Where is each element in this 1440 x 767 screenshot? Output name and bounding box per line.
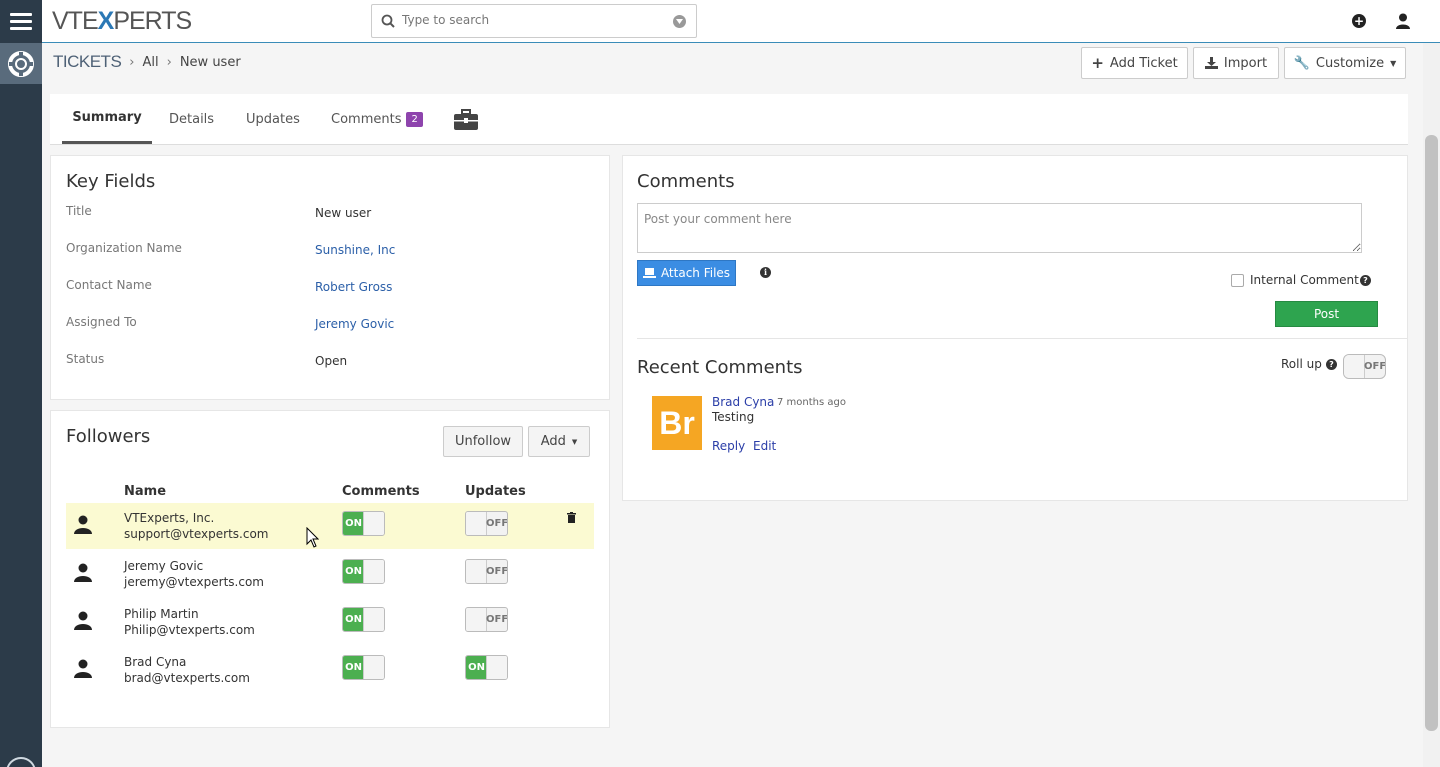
comments-toggle[interactable]: ON [342, 511, 385, 536]
post-button[interactable]: Post [1275, 301, 1378, 327]
updates-toggle[interactable]: OFF [465, 607, 508, 632]
chevron-right-icon: › [166, 54, 172, 70]
internal-comment-label: Internal Comment [1250, 273, 1359, 287]
roll-up-label: Roll up [1281, 357, 1322, 371]
field-label-title: Title [66, 204, 92, 218]
help-icon[interactable]: ? [1326, 359, 1337, 370]
comments-count-badge: 2 [406, 111, 423, 127]
field-value-title[interactable]: New user [315, 206, 371, 220]
comments-toggle[interactable]: ON [342, 655, 385, 680]
briefcase-icon [454, 108, 478, 130]
updates-toggle[interactable]: ON [465, 655, 508, 680]
follower-row: Brad Cyna brad@vtexperts.com ON ON [66, 647, 594, 693]
attach-files-button[interactable]: Attach Files [637, 260, 736, 286]
search-icon [381, 14, 395, 28]
updates-toggle[interactable]: OFF [465, 511, 508, 536]
tab-related-briefcase[interactable] [454, 94, 478, 144]
breadcrumb-record: New user [179, 54, 241, 70]
field-label-organization: Organization Name [66, 241, 182, 255]
column-header-name: Name [124, 484, 167, 499]
mouse-cursor-icon [306, 527, 319, 548]
follower-details: Jeremy Govic jeremy@vtexperts.com [124, 559, 264, 589]
person-icon [74, 515, 92, 534]
assigned-to-link[interactable]: Jeremy Govic [315, 317, 394, 331]
follower-details: Brad Cyna brad@vtexperts.com [124, 655, 250, 685]
search-dropdown-icon[interactable] [673, 15, 686, 28]
quick-create-icon[interactable]: + [1352, 14, 1366, 28]
app-logo[interactable]: VTEXPERTS [52, 8, 192, 34]
person-icon [74, 611, 92, 630]
laptop-icon [642, 268, 656, 278]
comment-author-link[interactable]: Brad Cyna [712, 395, 774, 409]
user-profile-icon[interactable] [1396, 13, 1410, 29]
followers-panel: Followers Unfollow Add ▼ Name Comments Up… [50, 410, 610, 728]
record-tabs: Summary Details Updates Comments 2 [50, 94, 1408, 145]
comments-toggle[interactable]: ON [342, 607, 385, 632]
avatar: Br [652, 396, 702, 450]
top-bar: VTEXPERTS + [42, 0, 1440, 43]
field-label-assigned: Assigned To [66, 315, 137, 329]
followers-title: Followers [66, 426, 151, 447]
follower-row: Philip Martin Philip@vtexperts.com ON OFF [66, 599, 594, 645]
tab-details[interactable]: Details [169, 94, 214, 144]
sidebar [0, 0, 42, 767]
breadcrumb-module[interactable]: TICKETS [53, 52, 122, 72]
field-value-status[interactable]: Open [315, 354, 347, 368]
updates-toggle[interactable]: OFF [465, 559, 508, 584]
help-icon[interactable]: ? [1360, 275, 1371, 286]
follower-details: Philip Martin Philip@vtexperts.com [124, 607, 255, 637]
plus-icon: + [1091, 54, 1104, 72]
follower-row: VTExperts, Inc. support@vtexperts.com ON … [66, 503, 594, 549]
comments-toggle[interactable]: ON [342, 559, 385, 584]
key-fields-title: Key Fields [66, 171, 156, 192]
menu-icon[interactable] [0, 0, 42, 42]
import-button[interactable]: Import [1193, 47, 1279, 79]
tab-comments[interactable]: Comments 2 [331, 94, 423, 144]
global-search [371, 4, 697, 38]
person-icon [74, 563, 92, 582]
follower-row: Jeremy Govic jeremy@vtexperts.com ON OFF [66, 551, 594, 597]
caret-down-icon: ▼ [1390, 58, 1397, 68]
sidebar-bottom-icon[interactable] [6, 757, 36, 767]
tab-summary[interactable]: Summary [62, 94, 152, 144]
field-label-status: Status [66, 352, 105, 366]
search-input[interactable] [402, 13, 662, 27]
comments-title: Comments [637, 171, 735, 192]
person-icon [74, 659, 92, 678]
scrollbar-thumb[interactable] [1425, 135, 1438, 731]
download-icon [1204, 57, 1218, 69]
recent-comments-title: Recent Comments [637, 357, 803, 378]
info-icon[interactable]: i [760, 267, 771, 278]
comment-text: Testing [712, 410, 755, 424]
comments-panel: Comments Attach Files i Internal Comment… [622, 155, 1408, 501]
breadcrumb-all[interactable]: All [143, 55, 159, 70]
internal-comment-checkbox[interactable] [1231, 274, 1244, 287]
reply-link[interactable]: Reply [712, 439, 745, 453]
unfollow-button[interactable]: Unfollow [443, 426, 523, 457]
comment-input[interactable] [637, 203, 1362, 253]
caret-down-icon: ▼ [571, 437, 578, 446]
comment-timestamp: 7 months ago [777, 397, 846, 408]
roll-up-toggle[interactable]: OFF [1343, 354, 1386, 379]
chevron-right-icon: › [129, 54, 135, 70]
organization-link[interactable]: Sunshine, Inc [315, 243, 395, 257]
divider [637, 338, 1407, 339]
customize-button[interactable]: 🔧 Customize ▼ [1284, 47, 1406, 79]
contact-link[interactable]: Robert Gross [315, 280, 392, 294]
follower-details: VTExperts, Inc. support@vtexperts.com [124, 511, 269, 541]
add-ticket-button[interactable]: + Add Ticket [1081, 47, 1188, 79]
trash-icon[interactable] [567, 512, 576, 523]
wrench-icon: 🔧 [1293, 55, 1310, 71]
tickets-module-icon[interactable] [0, 43, 42, 84]
column-header-updates: Updates [465, 484, 526, 499]
page-scrollbar[interactable] [1423, 43, 1440, 767]
key-fields-panel: Key Fields Title New user Organization N… [50, 155, 610, 400]
edit-link[interactable]: Edit [753, 439, 776, 453]
column-header-comments: Comments [342, 484, 420, 499]
tab-updates[interactable]: Updates [246, 94, 300, 144]
add-follower-button[interactable]: Add ▼ [528, 426, 590, 457]
field-label-contact: Contact Name [66, 278, 152, 292]
breadcrumb: TICKETS › All › New user [53, 52, 241, 72]
